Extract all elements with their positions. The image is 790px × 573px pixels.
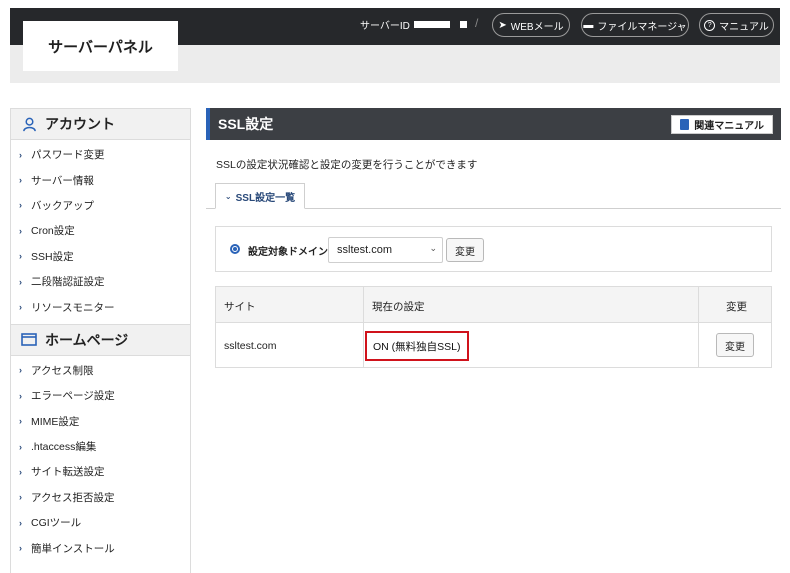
chevron-down-icon: ⌄	[224, 191, 232, 201]
chevron-right-icon: ›	[19, 175, 22, 186]
domain-select[interactable]: ssltest.com ⌄	[328, 237, 443, 263]
chevron-right-icon: ›	[19, 390, 22, 401]
sidebar-item-backup[interactable]: › バックアップ	[11, 193, 190, 218]
sidebar-item-server-info[interactable]: › サーバー情報	[11, 167, 190, 192]
sidebar-item-label: CGIツール	[31, 517, 82, 530]
chevron-right-icon: ›	[19, 416, 22, 427]
server-id-redacted-end	[459, 21, 467, 28]
file-manager-button[interactable]: ▬ ファイルマネージャ	[581, 13, 689, 37]
sidebar-item-access-restriction[interactable]: › アクセス制限	[11, 358, 190, 383]
sidebar-account-title: アカウント	[45, 116, 115, 132]
folder-icon: ▬	[583, 19, 594, 31]
sidebar-item-label: バックアップ	[31, 199, 94, 212]
file-manager-label: ファイルマネージャ	[597, 21, 687, 33]
page-description: SSLの設定状況確認と設定の変更を行うことができます	[216, 159, 478, 171]
chevron-right-icon: ›	[19, 441, 22, 452]
sidebar-item-label: Cron設定	[31, 225, 75, 238]
domain-select-value: ssltest.com	[337, 244, 393, 256]
domain-selector-panel: 設定対象ドメイン ssltest.com ⌄ 変更	[215, 226, 772, 272]
sidebar-item-label: パスワード変更	[31, 149, 105, 162]
chevron-right-icon: ›	[19, 543, 22, 554]
chevron-right-icon: ›	[19, 517, 22, 528]
sidebar-item-access-deny[interactable]: › アクセス拒否設定	[11, 485, 190, 510]
sidebar-item-label: リソースモニター	[31, 301, 115, 314]
related-manual-button[interactable]: 関連マニュアル	[671, 115, 773, 134]
webmail-label: WEBメール	[510, 21, 564, 33]
sidebar-item-label: エラーページ設定	[31, 390, 115, 403]
column-header-site: サイト	[224, 301, 256, 313]
sidebar-homepage-title: ホームページ	[45, 331, 129, 348]
page-title-bar: SSL設定 関連マニュアル	[206, 108, 781, 140]
row-change-button[interactable]: 変更	[716, 333, 754, 357]
server-id-redacted	[413, 21, 450, 28]
domain-radio[interactable]	[230, 244, 240, 254]
header-separator: /	[475, 16, 479, 30]
sidebar-item-label: 簡単インストール	[31, 542, 115, 555]
sidebar-item-label: SSH設定	[31, 250, 74, 263]
tab-ssl-list[interactable]: ⌄ SSL設定一覧	[215, 183, 305, 209]
chevron-right-icon: ›	[19, 225, 22, 236]
help-icon: ?	[704, 19, 716, 31]
sidebar-item-ssh[interactable]: › SSH設定	[11, 244, 190, 269]
sidebar-item-resource-monitor[interactable]: › リソースモニター	[11, 294, 190, 319]
sidebar-section-homepage: ホームページ	[11, 324, 190, 356]
column-header-change: 変更	[726, 301, 747, 313]
server-panel-logo[interactable]: サーバーパネル	[23, 21, 178, 71]
tab-ssl-list-label: SSL設定一覧	[235, 192, 296, 204]
chevron-right-icon: ›	[19, 365, 22, 376]
sidebar-item-cron[interactable]: › Cron設定	[11, 218, 190, 243]
sidebar-item-error-page[interactable]: › エラーページ設定	[11, 383, 190, 408]
ssl-status-value: ON (無料独自SSL)	[373, 340, 461, 353]
sidebar-section-account: アカウント	[11, 109, 190, 140]
manual-button[interactable]: ? マニュアル	[699, 13, 774, 37]
column-header-current-setting: 現在の設定	[372, 301, 425, 313]
domain-change-button[interactable]: 変更	[446, 238, 484, 262]
sidebar-item-label: アクセス拒否設定	[31, 491, 115, 504]
chevron-right-icon: ›	[19, 276, 22, 287]
chevron-right-icon: ›	[19, 466, 22, 477]
chevron-down-icon: ⌄	[429, 243, 437, 253]
chevron-right-icon: ›	[19, 492, 22, 503]
table-header	[216, 287, 771, 323]
sidebar-item-label: MIME設定	[31, 415, 80, 428]
send-icon: ➤	[498, 19, 507, 31]
window-icon	[21, 333, 37, 347]
sidebar-item-label: サーバー情報	[31, 174, 94, 187]
sidebar-item-cgi-tools[interactable]: › CGIツール	[11, 510, 190, 535]
sidebar-item-htaccess[interactable]: › .htaccess編集	[11, 434, 190, 459]
sidebar-item-label: サイト転送設定	[31, 466, 105, 479]
sidebar-item-label: 二段階認証設定	[31, 276, 105, 289]
chevron-right-icon: ›	[19, 302, 22, 313]
column-divider	[698, 287, 699, 367]
server-id: サーバーID	[360, 17, 467, 32]
sidebar-item-label: .htaccess編集	[31, 441, 97, 454]
page-title: SSL設定	[218, 116, 274, 132]
ssl-status-highlight: ON (無料独自SSL)	[365, 331, 469, 361]
sidebar-item-2fa[interactable]: › 二段階認証設定	[11, 269, 190, 294]
server-id-label: サーバーID	[360, 21, 410, 32]
sidebar-item-label: アクセス制限	[31, 364, 94, 377]
webmail-button[interactable]: ➤ WEBメール	[492, 13, 570, 37]
ssl-table: サイト 現在の設定 変更 ssltest.com ON (無料独自SSL) 変更	[215, 286, 772, 368]
chevron-right-icon: ›	[19, 149, 22, 160]
column-divider	[363, 287, 364, 367]
sidebar-item-password[interactable]: › パスワード変更	[11, 142, 190, 167]
book-icon	[680, 119, 690, 130]
related-manual-label: 関連マニュアル	[694, 121, 764, 132]
domain-label: 設定対象ドメイン	[248, 247, 328, 258]
sidebar-item-easy-install[interactable]: › 簡単インストール	[11, 535, 190, 560]
table-row-site: ssltest.com	[224, 340, 277, 352]
sidebar: アカウント › パスワード変更 › サーバー情報 › バックアップ › Cron設定 ›…	[10, 108, 191, 573]
sidebar-item-redirect[interactable]: › サイト転送設定	[11, 459, 190, 484]
manual-label: マニュアル	[719, 21, 769, 33]
chevron-right-icon: ›	[19, 200, 22, 211]
sidebar-item-mime[interactable]: › MIME設定	[11, 409, 190, 434]
chevron-right-icon: ›	[19, 251, 22, 262]
user-icon	[21, 117, 37, 131]
